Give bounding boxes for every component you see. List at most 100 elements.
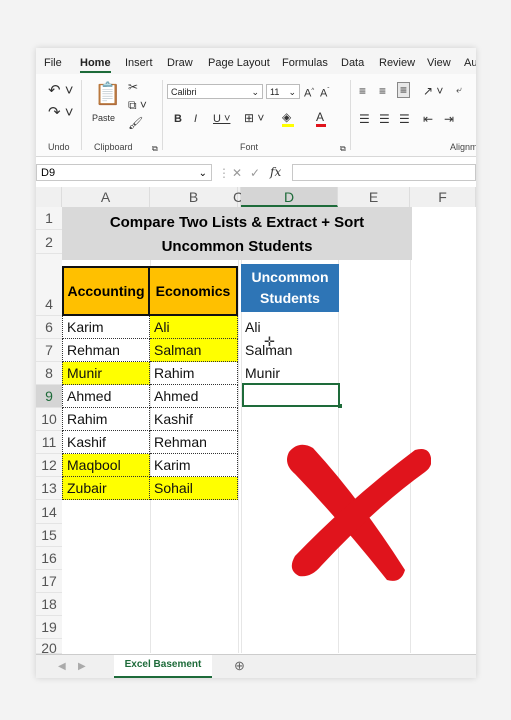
align-middle-icon[interactable]: ≡ <box>379 84 386 98</box>
row-header[interactable]: 19 <box>36 616 62 639</box>
selected-cell-d9[interactable] <box>242 383 340 407</box>
align-top-icon[interactable]: ≡ <box>359 84 366 98</box>
accounting-cell[interactable]: Zubair <box>62 477 150 500</box>
tab-draw[interactable]: Draw <box>167 57 193 69</box>
tab-page-layout[interactable]: Page Layout <box>208 57 270 69</box>
dialog-launcher-icon[interactable]: ⧉ <box>340 142 346 156</box>
economics-cell[interactable]: Karim <box>150 454 238 477</box>
row-header[interactable]: 2 <box>36 230 62 254</box>
column-header-e[interactable]: E <box>338 187 410 207</box>
font-name-combo[interactable]: Calibri ⌄ <box>167 84 263 99</box>
scroll-left-icon[interactable]: ◀ <box>58 660 66 674</box>
decrease-font-icon[interactable]: Aˇ <box>320 84 329 101</box>
wrap-text-icon[interactable]: ⤶ <box>456 84 462 98</box>
column-header-b[interactable]: B <box>150 187 238 207</box>
excel-window: File Home Insert Draw Page Layout Formul… <box>36 48 476 678</box>
accounting-cell[interactable]: Ahmed <box>62 385 150 408</box>
economics-cell[interactable]: Ahmed <box>150 385 238 408</box>
uncommon-cell[interactable]: Salman <box>241 339 338 362</box>
font-size-value: 11 <box>270 87 280 97</box>
row-header[interactable]: 12 <box>36 454 62 477</box>
name-box[interactable]: D9 ⌄ <box>36 164 212 181</box>
row-header[interactable]: 14 <box>36 500 62 524</box>
tab-review[interactable]: Review <box>379 57 415 69</box>
row-header[interactable]: 11 <box>36 431 62 454</box>
increase-font-icon[interactable]: A^ <box>304 84 314 101</box>
column-header-a[interactable]: A <box>62 187 150 207</box>
uncommon-cell[interactable]: Ali <box>241 316 338 339</box>
row-header[interactable]: 15 <box>36 524 62 547</box>
row-header[interactable]: 10 <box>36 408 62 431</box>
row-header[interactable]: 7 <box>36 339 62 362</box>
title-line-1: Compare Two Lists & Extract + Sort <box>109 214 365 231</box>
dialog-launcher-icon[interactable]: ⧉ <box>152 142 158 156</box>
increase-indent-icon[interactable]: ⇥ <box>444 112 454 126</box>
accounting-cell[interactable]: Rehman <box>62 339 150 362</box>
economics-header[interactable]: Economics <box>150 266 238 316</box>
fill-color-icon[interactable]: ◈ <box>282 110 294 127</box>
row-header[interactable]: 6 <box>36 316 62 339</box>
tab-view[interactable]: View <box>427 57 451 69</box>
tab-insert[interactable]: Insert <box>125 57 153 69</box>
align-right-icon[interactable]: ☰ <box>399 112 410 126</box>
align-bottom-icon[interactable]: ≡ <box>397 82 411 98</box>
tab-data[interactable]: Data <box>341 57 364 69</box>
font-size-combo[interactable]: 11 ⌄ <box>266 84 300 99</box>
paste-icon[interactable]: 📋 <box>94 82 121 106</box>
accounting-cell[interactable]: Maqbool <box>62 454 150 477</box>
tab-home[interactable]: Home <box>80 57 111 73</box>
orientation-icon[interactable]: ↗ ˅ <box>423 84 443 98</box>
column-header-d[interactable]: D <box>241 187 338 207</box>
economics-cell[interactable]: Rahim <box>150 362 238 385</box>
scroll-right-icon[interactable]: ▶ <box>78 660 86 674</box>
sheet-tab-excel-basement[interactable]: Excel Basement <box>114 655 212 678</box>
select-all-corner[interactable] <box>36 187 62 207</box>
row-header[interactable]: 18 <box>36 593 62 616</box>
align-center-icon[interactable]: ☰ <box>379 112 390 126</box>
font-color-icon[interactable]: A <box>316 110 326 127</box>
tab-more[interactable]: Au <box>464 57 476 69</box>
formula-input[interactable] <box>292 164 476 181</box>
decrease-indent-icon[interactable]: ⇤ <box>423 112 433 126</box>
copy-icon[interactable]: ⧉ ˅ <box>128 98 147 112</box>
row-header[interactable]: 8 <box>36 362 62 385</box>
accounting-header[interactable]: Accounting <box>62 266 150 316</box>
economics-cell[interactable]: Rehman <box>150 431 238 454</box>
enter-icon[interactable]: ✓ <box>250 166 260 180</box>
accounting-cell[interactable]: Karim <box>62 316 150 339</box>
accounting-cell[interactable]: Rahim <box>62 408 150 431</box>
row-header-selected[interactable]: 9 <box>36 385 62 408</box>
cut-icon[interactable]: ✂ <box>128 80 138 94</box>
row-header[interactable]: 17 <box>36 570 62 593</box>
economics-cell[interactable]: Kashif <box>150 408 238 431</box>
underline-icon[interactable]: U ˅ <box>213 112 230 126</box>
redo-icon[interactable]: ↷ ˅ <box>48 105 74 120</box>
fill-handle[interactable] <box>338 404 342 408</box>
column-header-f[interactable]: F <box>410 187 476 207</box>
tab-file[interactable]: File <box>44 57 62 69</box>
economics-cell[interactable]: Ali <box>150 316 238 339</box>
row-header[interactable]: 16 <box>36 547 62 570</box>
tab-formulas[interactable]: Formulas <box>282 57 328 69</box>
economics-cell[interactable]: Salman <box>150 339 238 362</box>
accounting-cell[interactable]: Kashif <box>62 431 150 454</box>
align-left-icon[interactable]: ☰ <box>359 112 370 126</box>
row-header[interactable]: 20 <box>36 639 62 654</box>
row-header[interactable]: 13 <box>36 477 62 500</box>
bold-icon[interactable]: B <box>174 112 182 126</box>
row-header[interactable]: 4 <box>36 254 62 316</box>
chevron-down-icon: ⌄ <box>198 168 207 179</box>
format-painter-icon[interactable]: 🖌 <box>128 116 143 130</box>
borders-icon[interactable]: ⊞ ˅ <box>244 111 264 125</box>
uncommon-header[interactable]: Uncommon Students <box>241 264 339 312</box>
uncommon-cell[interactable]: Munir <box>241 362 338 385</box>
add-sheet-icon[interactable]: ⊕ <box>234 659 245 673</box>
economics-cell[interactable]: Sohail <box>150 477 238 500</box>
row-header[interactable]: 1 <box>36 207 62 230</box>
insert-function-icon[interactable]: fx <box>270 165 281 179</box>
italic-icon[interactable]: I <box>194 112 197 126</box>
accounting-cell[interactable]: Munir <box>62 362 150 385</box>
divider <box>162 80 163 150</box>
undo-icon[interactable]: ↶ ˅ <box>48 83 74 98</box>
cancel-icon[interactable]: ✕ <box>232 166 242 180</box>
